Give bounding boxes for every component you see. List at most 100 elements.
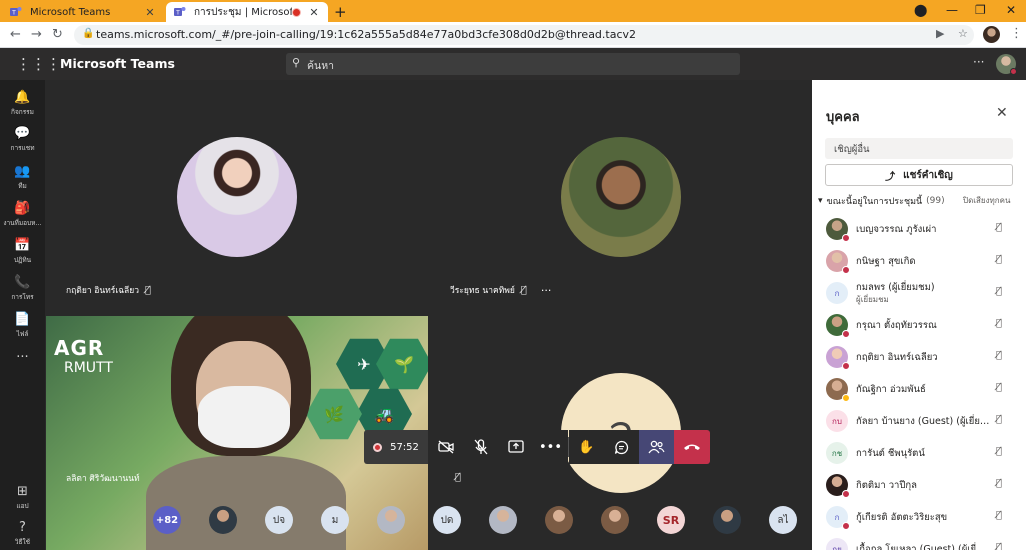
participant-row[interactable]: กนิษฐา สุขเกิด 🎙̸ [812,245,1026,277]
browser-tab-teams[interactable]: T Microsoft Teams ✕ [2,2,164,22]
strip-participant-avatar[interactable] [713,506,741,534]
participant-row[interactable]: กบ กัลยา บ้านยาง (Guest) (ผู้เยี่ยม... 🎙… [812,405,1026,437]
new-tab-button[interactable]: + [334,3,347,21]
participant-avatar: กช [826,442,848,464]
participant-row[interactable]: กย เกื้อกูล โยเหลา (Guest) (ผู้เยี่ยม...… [812,533,1026,550]
teams-header: ⋮⋮⋮ Microsoft Teams ⚲ ค้นหา ··· [0,48,1026,80]
show-participants-button[interactable] [639,430,674,464]
mic-off-icon: 🎙̸ [145,284,152,296]
show-chat-button[interactable] [604,430,639,464]
mic-toggle-button[interactable] [463,430,498,464]
rail-item-apps[interactable]: ⊞ แอป [0,480,45,516]
more-actions-button[interactable]: ••• [533,430,568,464]
phone-icon: 📞 [14,275,31,290]
presence-busy-icon [842,234,850,242]
rail-label: การแชท [10,144,35,152]
lock-icon[interactable]: 🔒 [82,28,94,39]
camera-blocked-icon[interactable]: ▶ [936,27,944,40]
participant-row[interactable]: กฤติยา อินทร์เฉลียว 🎙̸ [812,341,1026,373]
strip-participant-avatar[interactable] [601,506,629,534]
raise-hand-button[interactable]: ✋ [569,430,604,464]
search-input[interactable]: ⚲ ค้นหา [286,53,740,75]
tile-more-options-icon[interactable]: ··· [541,284,552,297]
rail-item-teams[interactable]: 👥 ทีม [0,160,45,196]
participant-row[interactable]: ก กู้เกียรติ อัตตะวิริยะสุข 🎙̸ [812,501,1026,533]
rail-item-calls[interactable]: 📞 การโทร [0,271,45,307]
mic-off-icon: 🎙̸ [996,286,1003,297]
presence-busy-icon [1010,68,1017,75]
mic-off-icon: 🎙̸ [996,350,1003,361]
minimize-icon[interactable]: — [946,3,958,17]
participant-row[interactable]: กรุณา ตั้งฤทัยวรรณ 🎙̸ [812,309,1026,341]
tab-title: Microsoft Teams [30,6,111,18]
teams-icon: 👥 [14,164,31,179]
share-invite-button[interactable]: ⤴ แชร์คำเชิญ [825,164,1013,186]
strip-participant-avatar[interactable] [209,506,237,534]
more-options-icon[interactable]: ··· [973,55,984,69]
mute-all-button[interactable]: ปิดเสียงทุกคน [963,194,1010,207]
restore-icon[interactable]: ❐ [975,3,986,17]
browser-profile-avatar[interactable] [983,26,1000,43]
strip-participant-avatar[interactable] [489,506,517,534]
meeting-controls: 57:52 ••• ✋ [364,430,710,464]
rail-label: วิธีใช้ [14,538,31,546]
strip-participant-avatar[interactable]: ปจ [265,506,293,534]
url-text[interactable]: teams.microsoft.com/_#/pre-join-calling/… [96,28,636,41]
back-icon[interactable]: ← [10,27,21,42]
video-tile[interactable]: วีระยุทธ นาคทิพย์ 🎙̸ ··· [430,80,812,314]
rail-item-help[interactable]: ? วิธีใช้ [0,516,45,550]
invite-input[interactable]: เชิญผู้อื่น [825,138,1013,159]
rail-item-calendar[interactable]: 📅 ปฏิทิน [0,234,45,270]
strip-participant-avatar[interactable] [545,506,573,534]
mic-off-icon: 🎙̸ [996,510,1003,521]
share-invite-label: แชร์คำเชิญ [903,169,953,181]
reload-icon[interactable]: ↻ [52,27,63,42]
participant-avatar: กย [826,538,848,550]
share-screen-button[interactable] [498,430,533,464]
presence-busy-icon [842,266,850,274]
strip-participant-avatar[interactable]: ปด [433,506,461,534]
rail-item-activity[interactable]: 🔔 กิจกรรม [0,86,45,122]
app-launcher-icon[interactable]: ⋮⋮⋮ [16,55,61,73]
presence-busy-icon [842,522,850,530]
presence-busy-icon [842,330,850,338]
participant-name: กู้เกียรติ อัตตะวิริยะสุข [856,512,948,523]
in-meeting-section-header[interactable]: ▾ ขณะนี้อยู่ในการประชุมนี้ (99) [818,194,945,208]
participant-row[interactable]: กช การันต์ ชีพนุรัตน์ 🎙̸ [812,437,1026,469]
logo-text-bottom: RMUTT [64,360,113,376]
browser-tab-meeting[interactable]: T การประชุม | Microsoft Teams ✕ [166,2,328,22]
rail-item-assignments[interactable]: 🎒 งานที่มอบห... [0,197,45,233]
participant-row[interactable]: ก กมลพร (ผู้เยี่ยมชม) ผู้เยี่ยมชม 🎙̸ [812,277,1026,309]
participant-avatar: ก [826,506,850,530]
presence-busy-icon [842,362,850,370]
browser-menu-icon[interactable]: ⋮ [1010,26,1023,41]
participant-row[interactable]: เบญจวรรณ ภูรังเผ่า 🎙̸ [812,213,1026,245]
video-tile[interactable]: กฤติยา อินทร์เฉลียว 🎙̸ [46,80,428,314]
strip-participant-avatar[interactable] [377,506,405,534]
panel-title: บุคคล [826,110,860,125]
omnibox[interactable]: 🔒 teams.microsoft.com/_#/pre-join-callin… [74,25,974,45]
bookmark-star-icon[interactable]: ☆ [958,27,968,40]
forward-icon[interactable]: → [31,27,42,42]
rail-item-chat[interactable]: 💬 การแชท [0,122,45,158]
strip-participant-avatar[interactable]: SR [657,506,685,534]
close-tab-icon[interactable]: ✕ [308,6,320,19]
chat-icon [614,440,629,454]
camera-toggle-button[interactable] [428,430,463,464]
participant-row[interactable]: กัณฐิกา อ่วมพันธ์ 🎙̸ [812,373,1026,405]
tab-search-icon[interactable]: ⬤ [914,3,927,17]
tile-participant-name: ลลิตา ศิริวัฒนานนท์ [66,471,140,485]
rail-item-more[interactable]: ··· [0,346,45,382]
rail-item-files[interactable]: 📄 ไฟล์ [0,308,45,344]
close-tab-icon[interactable]: ✕ [144,6,156,19]
user-avatar[interactable] [996,54,1017,75]
strip-participant-avatar[interactable]: ม [321,506,349,534]
more-participants-button[interactable]: +82 [153,506,181,534]
close-icon[interactable]: ✕ [996,105,1008,121]
participant-row[interactable]: กิตติมา วาปีกุล 🎙̸ [812,469,1026,501]
strip-participant-avatar[interactable]: ลไ [769,506,797,534]
leave-call-button[interactable] [674,430,710,464]
participant-name: เกื้อกูล โยเหลา (Guest) (ผู้เยี่ยม... [856,544,991,550]
window-close-icon[interactable]: ✕ [1006,3,1016,17]
participant-name: กัลยา บ้านยาง (Guest) (ผู้เยี่ยม... [856,416,991,427]
